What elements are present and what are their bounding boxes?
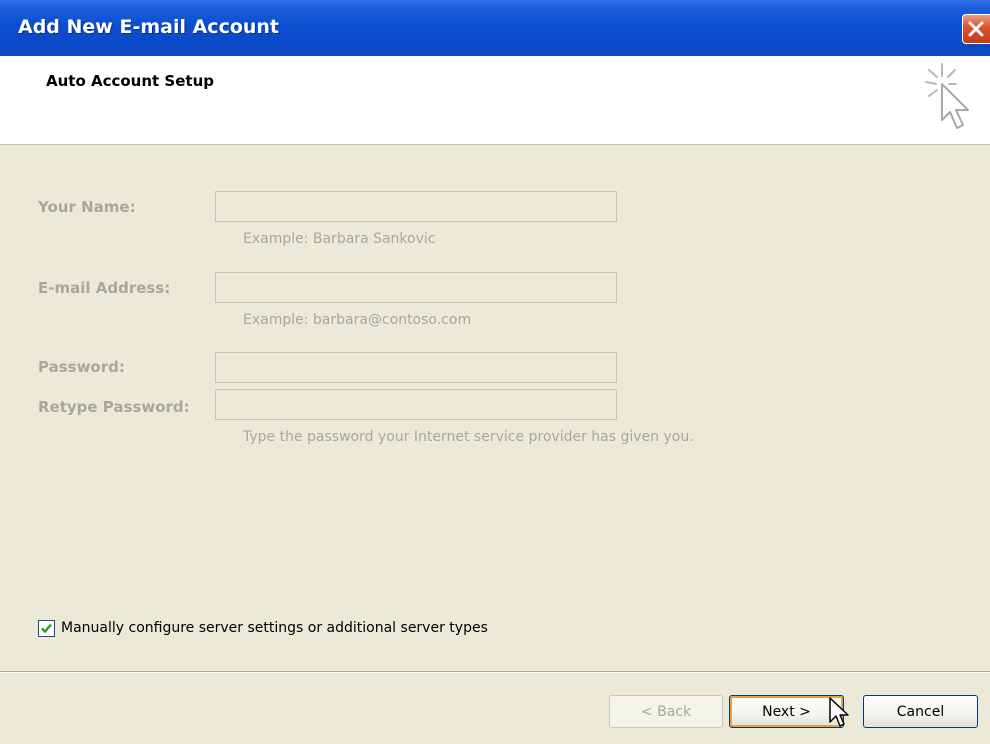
footer-separator xyxy=(0,671,990,673)
retype-password-label: Retype Password: xyxy=(38,398,190,416)
your-name-hint: Example: Barbara Sankovic xyxy=(243,231,436,247)
manual-config-label[interactable]: Manually configure server settings or ad… xyxy=(61,620,488,636)
auto-setup-cursor-icon xyxy=(925,63,969,129)
manual-config-row[interactable]: Manually configure server settings or ad… xyxy=(38,618,488,638)
cancel-button[interactable]: Cancel xyxy=(863,695,978,728)
checkmark-icon xyxy=(41,623,52,633)
close-icon xyxy=(968,21,984,37)
page-title: Auto Account Setup xyxy=(46,72,214,90)
retype-password-input[interactable] xyxy=(215,389,617,420)
email-address-hint: Example: barbara@contoso.com xyxy=(243,312,472,328)
password-input[interactable] xyxy=(215,352,617,383)
mouse-pointer-icon xyxy=(829,697,849,727)
email-address-input[interactable] xyxy=(215,272,617,303)
close-button[interactable] xyxy=(962,14,990,44)
next-button[interactable]: Next > xyxy=(729,695,844,728)
password-hint: Type the password your Internet service … xyxy=(243,429,694,445)
manual-config-checkbox[interactable] xyxy=(38,619,55,637)
title-bar[interactable]: Add New E-mail Account xyxy=(0,0,990,56)
email-address-label: E-mail Address: xyxy=(38,279,171,297)
your-name-input[interactable] xyxy=(215,191,617,222)
back-button[interactable]: < Back xyxy=(609,695,723,728)
your-name-label: Your Name: xyxy=(38,198,136,216)
add-email-account-dialog: Add New E-mail Account Auto Account Setu… xyxy=(0,0,990,744)
password-label: Password: xyxy=(38,358,125,376)
window-title: Add New E-mail Account xyxy=(18,16,280,38)
wizard-header: Auto Account Setup xyxy=(0,56,990,145)
